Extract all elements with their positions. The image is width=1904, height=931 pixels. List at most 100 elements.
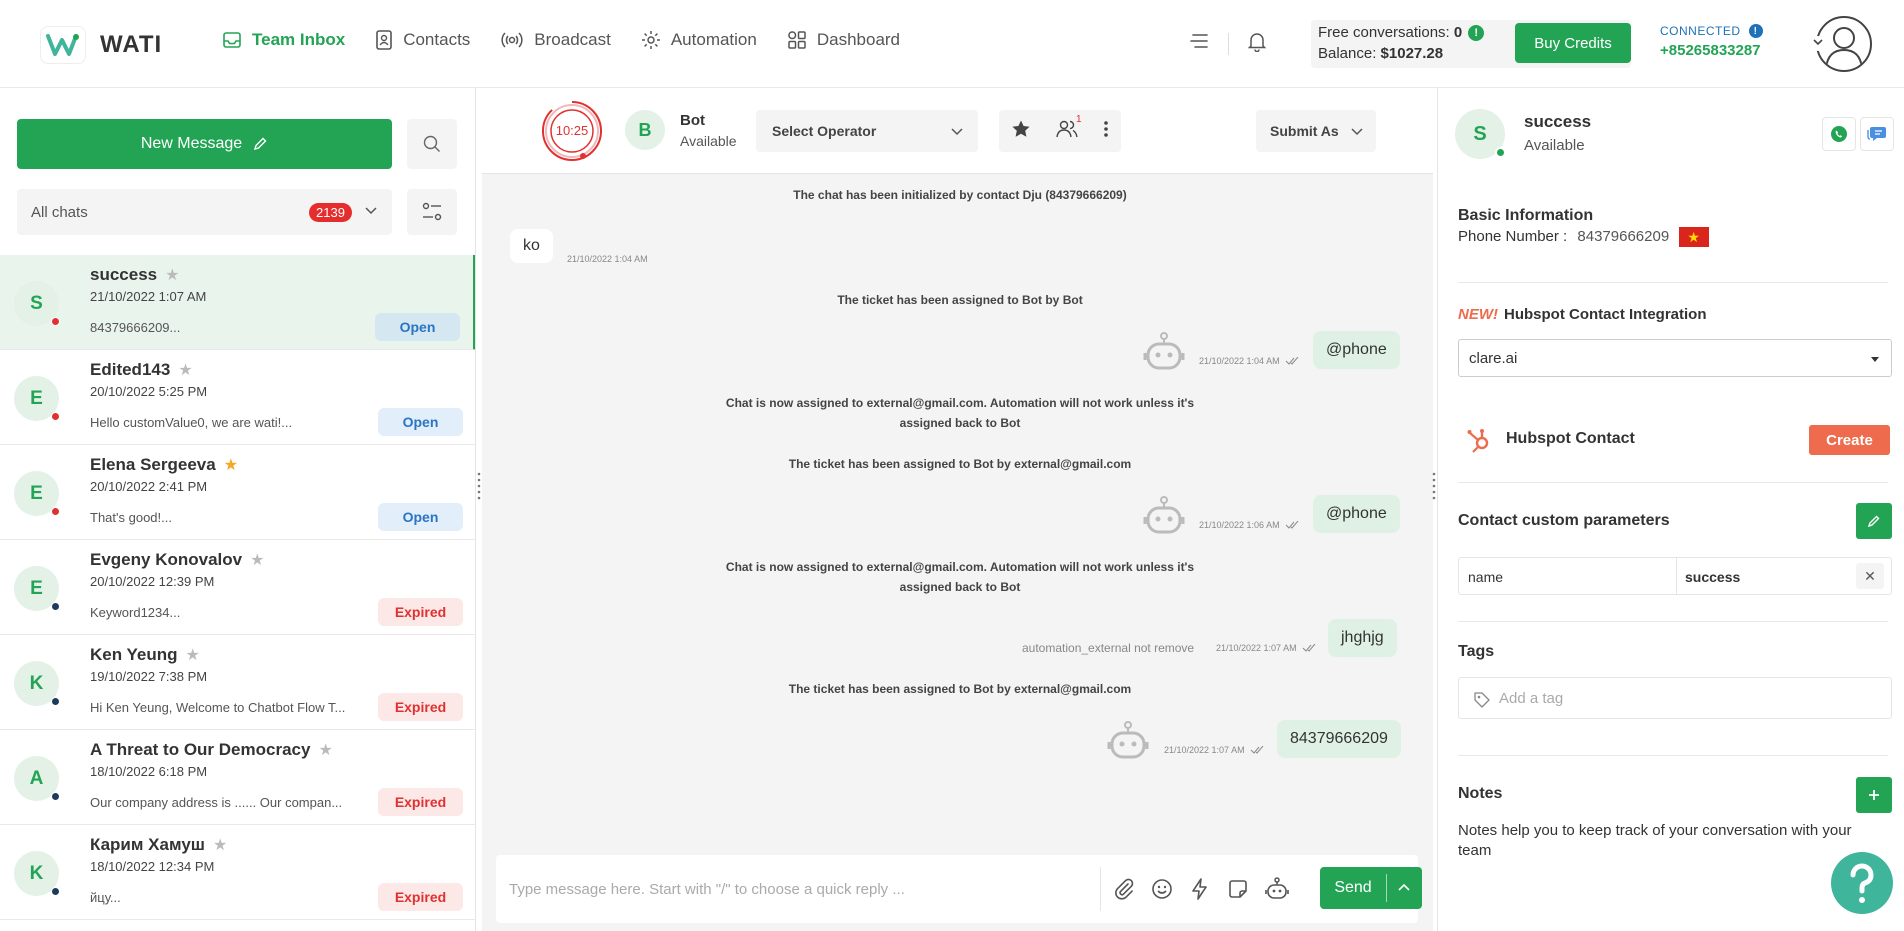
star-icon[interactable] (1011, 119, 1031, 144)
chevron-up-icon[interactable] (1387, 881, 1421, 895)
nav-dashboard[interactable]: Dashboard (787, 30, 900, 50)
brand-logo[interactable]: WATI (40, 26, 162, 64)
hubspot-contact-title: Hubspot Contact (1506, 430, 1635, 447)
contact-name: success (1524, 112, 1592, 131)
more-vertical-icon[interactable] (1103, 119, 1109, 144)
select-operator-dropdown[interactable]: Select Operator (756, 110, 978, 152)
nav-automation[interactable]: Automation (641, 30, 757, 50)
user-avatar[interactable] (1816, 16, 1872, 72)
buy-credits-button[interactable]: Buy Credits (1515, 23, 1631, 63)
star-icon[interactable]: ★ (250, 550, 264, 570)
message-input[interactable] (496, 855, 1096, 923)
add-note-button[interactable] (1856, 777, 1892, 813)
system-message: The ticket has been assigned to Bot by e… (788, 682, 1132, 696)
submit-as-label: Submit As (1270, 123, 1339, 139)
nav-team-inbox[interactable]: Team Inbox (222, 30, 345, 50)
incoming-message[interactable]: ko (510, 229, 553, 263)
connection-status: CONNECTED! +85265833287 (1660, 24, 1763, 59)
chat-preview: Our company address is ...... Our compan… (90, 795, 343, 810)
chat-filter-select[interactable]: All chats 2139 (17, 189, 392, 235)
contact-status: Available (1524, 137, 1585, 154)
free-info-icon[interactable]: ! (1468, 25, 1485, 42)
star-icon[interactable]: ★ (318, 740, 332, 760)
contacts-icon (376, 30, 393, 50)
chat-list-item[interactable]: Ssuccess ★ 21/10/2022 1:07 AM 84379666209..… (0, 255, 475, 350)
chat-list-item[interactable]: K Ken Yeung ★ 19/10/2022 7:38 PM Hi Ken Yeun… (0, 635, 475, 730)
chat-name: Evgeny Konovalov (90, 550, 243, 569)
robot-icon (1142, 331, 1186, 380)
plus-icon (1869, 790, 1879, 800)
chat-channel-button[interactable] (1860, 117, 1894, 151)
star-icon[interactable]: ★ (213, 835, 227, 855)
close-icon[interactable]: ✕ (1856, 563, 1884, 589)
chat-status-dot (51, 412, 60, 421)
sticker-icon[interactable] (1226, 877, 1250, 901)
new-tag: NEW! (1458, 306, 1498, 323)
chat-list-item[interactable]: E Evgeny Konovalov ★ 20/10/2022 12:39 PM Key… (0, 540, 475, 635)
assignee-status: Available (680, 133, 737, 149)
send-button[interactable]: Send (1320, 867, 1422, 909)
outgoing-message[interactable]: 84379666209 (1277, 720, 1401, 758)
new-message-button[interactable]: New Message (17, 119, 392, 169)
chat-status-badge: Expired (378, 693, 463, 721)
whatsapp-channel-button[interactable] (1822, 117, 1856, 151)
divider (1458, 621, 1888, 622)
chat-list-item[interactable]: E Elena Sergeeva ★ 20/10/2022 2:41 PM That's… (0, 445, 475, 540)
star-icon[interactable]: ★ (186, 645, 200, 665)
outgoing-message[interactable]: @phone (1313, 331, 1400, 369)
nav-broadcast[interactable]: Broadcast (500, 30, 611, 50)
chat-status-dot (51, 697, 60, 706)
chat-list-item[interactable]: AA Threat to Our Democracy ★ 18/10/2022 6:… (0, 730, 475, 825)
pencil-icon (1867, 515, 1880, 528)
team-users-icon[interactable] (1056, 119, 1078, 144)
message-time: 21/10/2022 1:04 AM (567, 254, 648, 264)
nav-contacts[interactable]: Contacts (375, 30, 470, 50)
tag-icon (1474, 692, 1490, 708)
conversation-panel: 10:25 B Bot Available Select Operator 1 … (482, 88, 1433, 931)
connected-info-icon[interactable]: ! (1748, 24, 1763, 38)
notes-title: Notes (1458, 785, 1503, 802)
chevron-down-icon[interactable] (1812, 36, 1824, 51)
chat-status-badge: Expired (378, 788, 463, 816)
search-chats-button[interactable] (407, 119, 457, 169)
connected-phone: +85265833287 (1660, 42, 1761, 59)
dashboard-icon (788, 31, 806, 49)
paperclip-icon[interactable] (1112, 877, 1136, 901)
star-icon[interactable]: ★ (224, 455, 238, 475)
hubspot-create-button[interactable]: Create (1809, 425, 1890, 455)
star-icon[interactable]: ★ (165, 265, 179, 285)
team-count-badge: 1 (1076, 114, 1082, 125)
free-conversations: Free conversations: 0! (1318, 24, 1485, 42)
lightning-icon[interactable] (1188, 877, 1212, 901)
filter-options-button[interactable] (407, 189, 457, 235)
system-message: Chat is now assigned to external@gmail.c… (690, 393, 1230, 433)
submit-as-dropdown[interactable]: Submit As (1256, 110, 1376, 152)
star-icon[interactable]: ★ (178, 360, 192, 380)
message-time: 21/10/2022 1:07 AM (1164, 745, 1264, 755)
chat-list-item[interactable]: K Карим Хамуш ★ 18/10/2022 12:34 PM йцу... Ex… (0, 825, 475, 920)
chat-list-item[interactable]: E Edited143 ★ 20/10/2022 5:25 PM Hello custo… (0, 350, 475, 445)
hubspot-account-select[interactable]: clare.ai (1458, 339, 1892, 377)
main-nav: Team Inbox Contacts Broadcast Automation… (222, 30, 930, 50)
balance-value: $1027.28 (1380, 45, 1444, 62)
tag-input[interactable] (1499, 678, 1879, 718)
emoji-icon[interactable] (1150, 877, 1174, 901)
chat-date: 20/10/2022 2:41 PM (90, 479, 208, 494)
chat-date: 20/10/2022 12:39 PM (90, 574, 215, 589)
outgoing-message[interactable]: jhghjg (1328, 619, 1397, 657)
session-timer: 10:25 (542, 101, 602, 161)
basic-info-title: Basic Information (1458, 207, 1594, 224)
outgoing-message[interactable]: @phone (1313, 495, 1400, 533)
question-mark-icon (1850, 863, 1874, 903)
edit-params-button[interactable] (1856, 503, 1892, 539)
chat-status-badge: Open (378, 408, 463, 436)
bell-icon[interactable] (1247, 30, 1267, 57)
chat-list-panel: New Message All chats 2139 Ssuccess ★ 21/1… (0, 88, 476, 931)
param-value: success (1685, 569, 1741, 585)
help-button[interactable] (1831, 852, 1893, 914)
robot-icon[interactable] (1264, 877, 1290, 901)
menu-lines-icon[interactable] (1188, 30, 1210, 57)
tags-title: Tags (1458, 643, 1495, 660)
vietnam-flag-icon (1679, 227, 1710, 247)
system-message: Chat is now assigned to external@gmail.c… (690, 557, 1230, 597)
